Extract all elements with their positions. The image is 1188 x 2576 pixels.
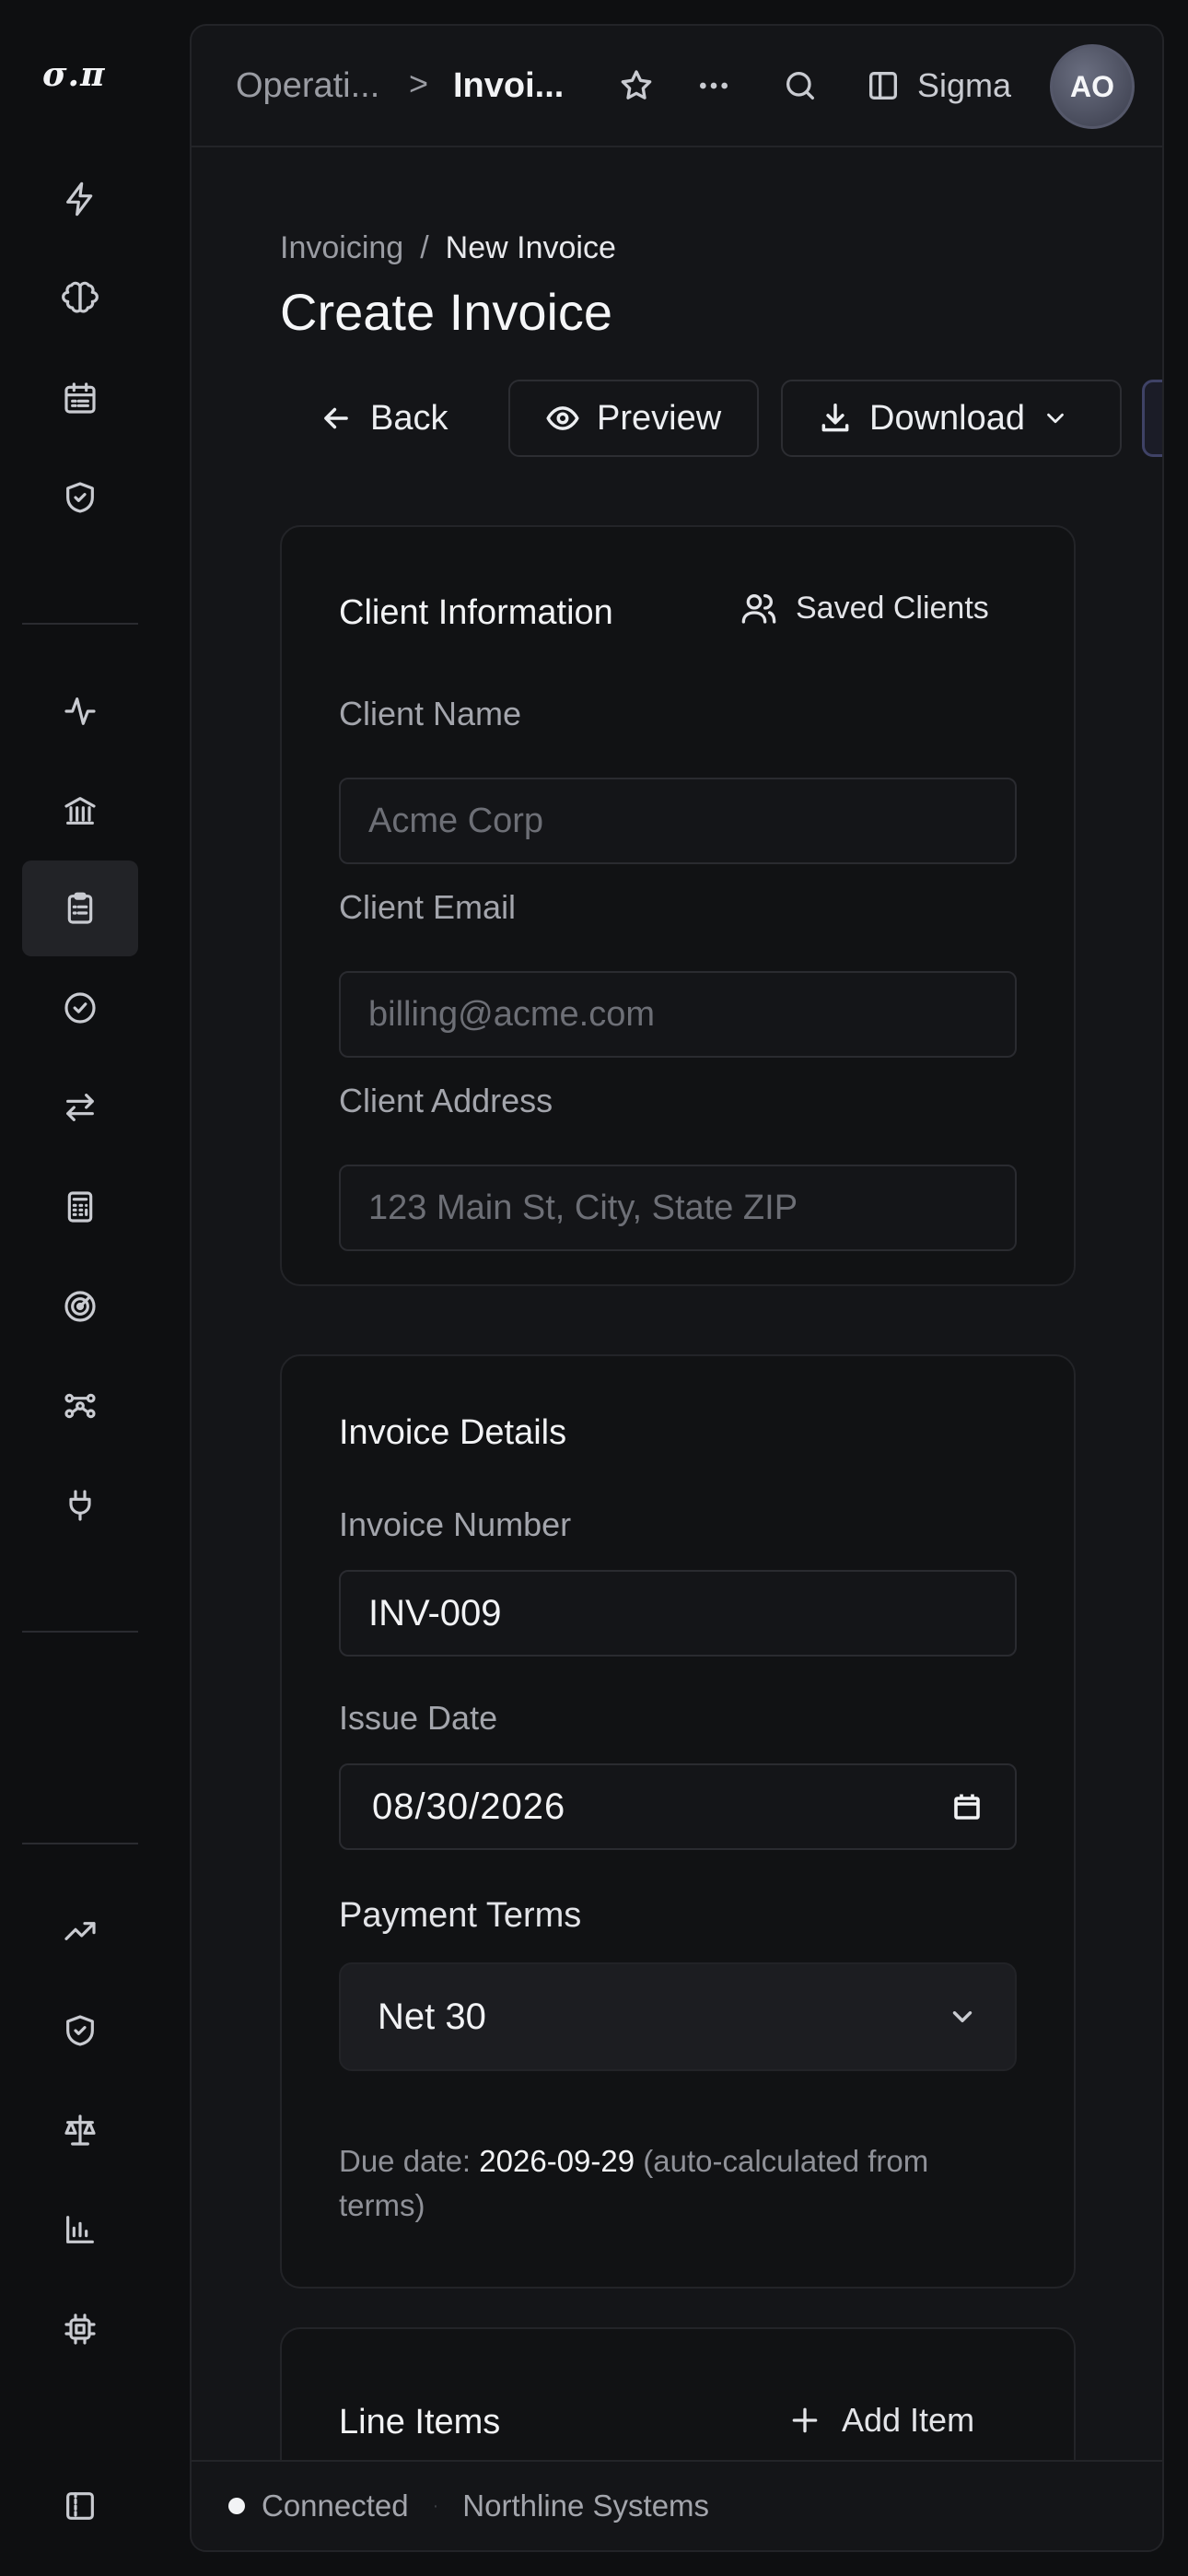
arrow-left-icon (324, 407, 348, 429)
calendar-icon[interactable] (950, 1790, 984, 1823)
panel-toggle-icon[interactable] (860, 63, 906, 109)
main-panel: Operati... > Invoi... Sigma AO Invoicing… (190, 24, 1164, 2552)
top-bar: Operati... > Invoi... Sigma AO (192, 26, 1162, 147)
activity-icon[interactable] (22, 663, 138, 759)
rail-divider (22, 1631, 138, 1633)
client-name-input[interactable] (339, 778, 1017, 864)
users-icon (741, 594, 776, 624)
due-date-value: 2026-09-29 (479, 2144, 635, 2178)
status-separator: · (432, 2495, 439, 2516)
search-icon[interactable] (777, 63, 823, 109)
trending-up-icon[interactable] (22, 1883, 138, 1979)
payment-terms-label: Payment Terms (339, 1896, 582, 1935)
topbar-breadcrumb-parent[interactable]: Operati... (236, 66, 379, 106)
client-name-label: Client Name (339, 695, 522, 732)
badge-check-icon[interactable] (22, 960, 138, 1056)
chevron-down-icon (952, 2011, 973, 2022)
client-email-input[interactable] (339, 971, 1017, 1058)
workspace-label[interactable]: Sigma (917, 66, 1011, 105)
due-date-note: Due date: 2026-09-29 (auto-calculated fr… (339, 2139, 1017, 2228)
chevron-right-icon: > (409, 64, 429, 102)
card-title: Line Items (339, 2403, 501, 2441)
issue-date-value: 08/30/2026 (372, 1786, 566, 1827)
preview-label: Preview (597, 398, 722, 438)
lightning-icon[interactable] (22, 151, 138, 247)
invoice-details-card: Invoice Details Invoice Number Issue Dat… (280, 1354, 1076, 2289)
scale-icon[interactable] (22, 2082, 138, 2178)
calendar-list-icon[interactable] (22, 350, 138, 446)
primary-action-button[interactable] (1142, 380, 1162, 457)
payment-terms-select[interactable]: Net 30 (339, 1962, 1017, 2071)
back-label: Back (370, 398, 448, 438)
card-title: Client Information (339, 593, 613, 632)
status-bar: Connected · Northline Systems (192, 2460, 1162, 2550)
add-item-label: Add Item (842, 2401, 975, 2439)
client-address-input[interactable] (339, 1165, 1017, 1251)
plus-icon (792, 2407, 818, 2433)
more-horizontal-icon[interactable] (691, 63, 737, 109)
radar-icon[interactable] (22, 1259, 138, 1354)
shield-check-icon[interactable] (22, 1983, 138, 2078)
sidebar-rail: σ.π (0, 0, 190, 2576)
back-button[interactable]: Back (319, 380, 448, 457)
eye-icon (546, 406, 579, 430)
invoice-number-input[interactable] (339, 1570, 1017, 1657)
star-icon[interactable] (613, 63, 659, 109)
rail-divider (22, 1843, 138, 1844)
page-title: Create Invoice (280, 283, 613, 341)
organization-name: Northline Systems (462, 2488, 710, 2523)
add-item-button[interactable]: Add Item (786, 2401, 974, 2440)
workflow-icon[interactable] (22, 1358, 138, 1454)
client-information-card: Client Information Saved Clients Client … (280, 525, 1076, 1286)
bar-chart-icon[interactable] (22, 2182, 138, 2277)
connection-status-dot (228, 2498, 245, 2514)
app-logo[interactable]: σ.π (42, 55, 105, 94)
avatar[interactable]: AO (1050, 44, 1135, 129)
breadcrumb-separator: / (420, 230, 429, 265)
saved-clients-button[interactable]: Saved Clients (740, 590, 989, 626)
cpu-chip-icon[interactable] (22, 2281, 138, 2377)
breadcrumb: Invoicing / New Invoice (280, 230, 616, 266)
bank-icon[interactable] (22, 763, 138, 859)
calculator-icon[interactable] (22, 1159, 138, 1255)
download-icon (821, 404, 849, 432)
payment-terms-value: Net 30 (378, 1996, 486, 2037)
topbar-breadcrumb-current: Invoi... (453, 66, 565, 105)
issue-date-label: Issue Date (339, 1699, 498, 1737)
breadcrumb-parent[interactable]: Invoicing (280, 230, 403, 265)
transfer-arrows-icon[interactable] (22, 1060, 138, 1155)
preview-button[interactable]: Preview (508, 380, 759, 457)
card-title: Invoice Details (339, 1413, 567, 1452)
brain-icon[interactable] (22, 251, 138, 346)
rail-divider (22, 623, 138, 625)
due-date-prefix: Due date: (339, 2144, 472, 2178)
invoice-clipboard-icon[interactable] (22, 861, 138, 956)
issue-date-input[interactable]: 08/30/2026 (339, 1763, 1017, 1850)
client-email-label: Client Email (339, 888, 517, 926)
plug-icon[interactable] (22, 1458, 138, 1553)
saved-clients-label: Saved Clients (796, 590, 989, 626)
sidebar-toggle-icon[interactable] (22, 2458, 138, 2554)
chevron-down-icon (1047, 413, 1064, 424)
download-label: Download (869, 398, 1025, 438)
connection-status: Connected (262, 2488, 409, 2523)
download-button[interactable]: Download (781, 380, 1122, 457)
client-address-label: Client Address (339, 1082, 553, 1119)
shield-check-icon[interactable] (22, 450, 138, 545)
breadcrumb-current: New Invoice (445, 230, 616, 265)
invoice-number-label: Invoice Number (339, 1505, 572, 1543)
